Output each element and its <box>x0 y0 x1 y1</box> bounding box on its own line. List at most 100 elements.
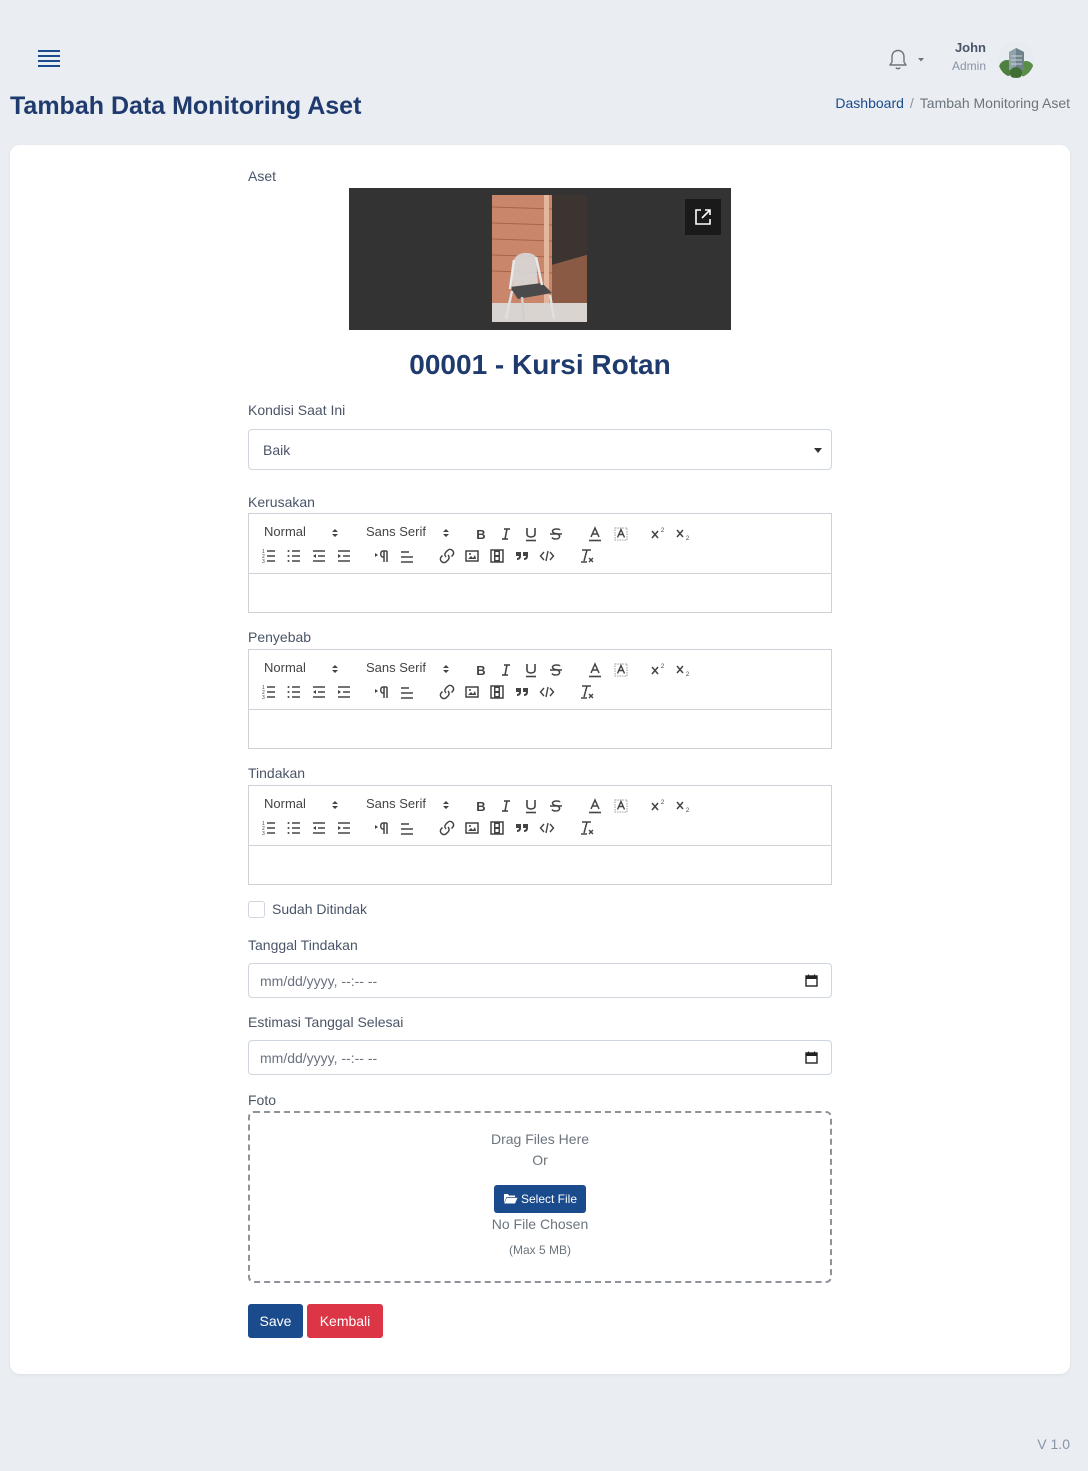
text-direction-icon[interactable] <box>374 684 390 700</box>
subscript-icon[interactable]: 2 <box>675 526 691 542</box>
bullet-list-icon[interactable] <box>286 684 302 700</box>
svg-text:2: 2 <box>686 536 690 542</box>
svg-text:2: 2 <box>661 800 665 806</box>
tindakan-editor-content[interactable] <box>249 846 831 884</box>
video-icon[interactable] <box>489 548 505 564</box>
strike-icon[interactable] <box>548 798 564 814</box>
ordered-list-icon[interactable]: 123 <box>261 820 277 836</box>
blockquote-icon[interactable] <box>514 820 530 836</box>
bold-icon[interactable]: B <box>473 798 489 814</box>
code-block-icon[interactable] <box>539 820 555 836</box>
italic-icon[interactable] <box>498 798 514 814</box>
text-direction-icon[interactable] <box>374 548 390 564</box>
image-icon[interactable] <box>464 820 480 836</box>
code-block-icon[interactable] <box>539 548 555 564</box>
superscript-icon[interactable]: 2 <box>650 526 666 542</box>
breadcrumb-dashboard-link[interactable]: Dashboard <box>835 95 904 111</box>
outdent-icon[interactable] <box>311 820 327 836</box>
editor-toolbar: Normal Sans Serif B 2 2 123 <box>249 786 831 846</box>
bold-icon[interactable]: B <box>473 526 489 542</box>
outdent-icon[interactable] <box>311 548 327 564</box>
estimasi-tanggal-input[interactable]: mm/dd/yyyy, --:-- -- <box>248 1040 832 1075</box>
kerusakan-editor: Normal Sans Serif B 2 2 123 <box>248 513 832 613</box>
kerusakan-editor-content[interactable] <box>249 574 831 612</box>
italic-icon[interactable] <box>498 662 514 678</box>
asset-photo[interactable] <box>492 195 587 322</box>
clear-format-icon[interactable] <box>579 820 595 836</box>
sudah-ditindak-checkbox[interactable] <box>248 901 265 918</box>
indent-icon[interactable] <box>336 548 352 564</box>
dropzone-or: Or <box>532 1152 548 1168</box>
select-file-button[interactable]: Select File <box>494 1185 586 1213</box>
asset-name: 00001 - Kursi Rotan <box>409 349 671 380</box>
hamburger-icon[interactable] <box>38 50 60 68</box>
bullet-list-icon[interactable] <box>286 548 302 564</box>
underline-icon[interactable] <box>523 662 539 678</box>
font-picker[interactable]: Sans Serif <box>366 524 436 540</box>
font-picker-arrows-icon <box>440 798 452 814</box>
tanggal-tindakan-input[interactable]: mm/dd/yyyy, --:-- -- <box>248 963 832 998</box>
background-color-icon[interactable] <box>613 798 629 814</box>
calendar-icon[interactable] <box>805 974 818 987</box>
underline-icon[interactable] <box>523 798 539 814</box>
background-color-icon[interactable] <box>613 662 629 678</box>
sudah-ditindak-label[interactable]: Sudah Ditindak <box>272 901 367 917</box>
calendar-icon[interactable] <box>805 1051 818 1064</box>
outdent-icon[interactable] <box>311 684 327 700</box>
kembali-button[interactable]: Kembali <box>307 1304 383 1338</box>
align-icon[interactable] <box>399 820 415 836</box>
superscript-icon[interactable]: 2 <box>650 662 666 678</box>
condition-label: Kondisi Saat Ini <box>248 402 346 418</box>
blockquote-icon[interactable] <box>514 684 530 700</box>
superscript-icon[interactable]: 2 <box>650 798 666 814</box>
condition-select[interactable]: Baik <box>248 429 832 470</box>
header-picker[interactable]: Normal <box>264 660 334 676</box>
save-button[interactable]: Save <box>248 1304 303 1338</box>
penyebab-editor-content[interactable] <box>249 710 831 748</box>
video-icon[interactable] <box>489 684 505 700</box>
editor-toolbar: Normal Sans Serif B 2 2 123 <box>249 650 831 710</box>
penyebab-label: Penyebab <box>248 629 312 645</box>
strike-icon[interactable] <box>548 526 564 542</box>
file-dropzone[interactable]: Drag Files Here Or Select File No File C… <box>248 1111 832 1283</box>
bullet-list-icon[interactable] <box>286 820 302 836</box>
header-picker-label: Normal <box>264 660 306 675</box>
subscript-icon[interactable]: 2 <box>675 798 691 814</box>
editor-toolbar: Normal Sans Serif B 2 2 123 <box>249 514 831 574</box>
link-icon[interactable] <box>439 684 455 700</box>
bold-icon[interactable]: B <box>473 662 489 678</box>
ordered-list-icon[interactable]: 123 <box>261 684 277 700</box>
text-color-icon[interactable] <box>587 798 603 814</box>
font-picker[interactable]: Sans Serif <box>366 796 436 812</box>
indent-icon[interactable] <box>336 820 352 836</box>
code-block-icon[interactable] <box>539 684 555 700</box>
align-icon[interactable] <box>399 548 415 564</box>
image-icon[interactable] <box>464 684 480 700</box>
ordered-list-icon[interactable]: 123 <box>261 548 277 564</box>
open-image-button[interactable] <box>685 199 721 235</box>
font-picker[interactable]: Sans Serif <box>366 660 436 676</box>
tanggal-tindakan-label: Tanggal Tindakan <box>248 937 358 953</box>
align-icon[interactable] <box>399 684 415 700</box>
header-picker[interactable]: Normal <box>264 796 334 812</box>
avatar[interactable] <box>998 42 1034 78</box>
indent-icon[interactable] <box>336 684 352 700</box>
clear-format-icon[interactable] <box>579 684 595 700</box>
subscript-icon[interactable]: 2 <box>675 662 691 678</box>
underline-icon[interactable] <box>523 526 539 542</box>
clear-format-icon[interactable] <box>579 548 595 564</box>
header-picker[interactable]: Normal <box>264 524 334 540</box>
link-icon[interactable] <box>439 820 455 836</box>
background-color-icon[interactable] <box>613 526 629 542</box>
video-icon[interactable] <box>489 820 505 836</box>
blockquote-icon[interactable] <box>514 548 530 564</box>
text-direction-icon[interactable] <box>374 820 390 836</box>
font-picker-label: Sans Serif <box>366 660 426 675</box>
notifications-dropdown[interactable] <box>886 47 926 73</box>
italic-icon[interactable] <box>498 526 514 542</box>
text-color-icon[interactable] <box>587 526 603 542</box>
strike-icon[interactable] <box>548 662 564 678</box>
link-icon[interactable] <box>439 548 455 564</box>
text-color-icon[interactable] <box>587 662 603 678</box>
image-icon[interactable] <box>464 548 480 564</box>
